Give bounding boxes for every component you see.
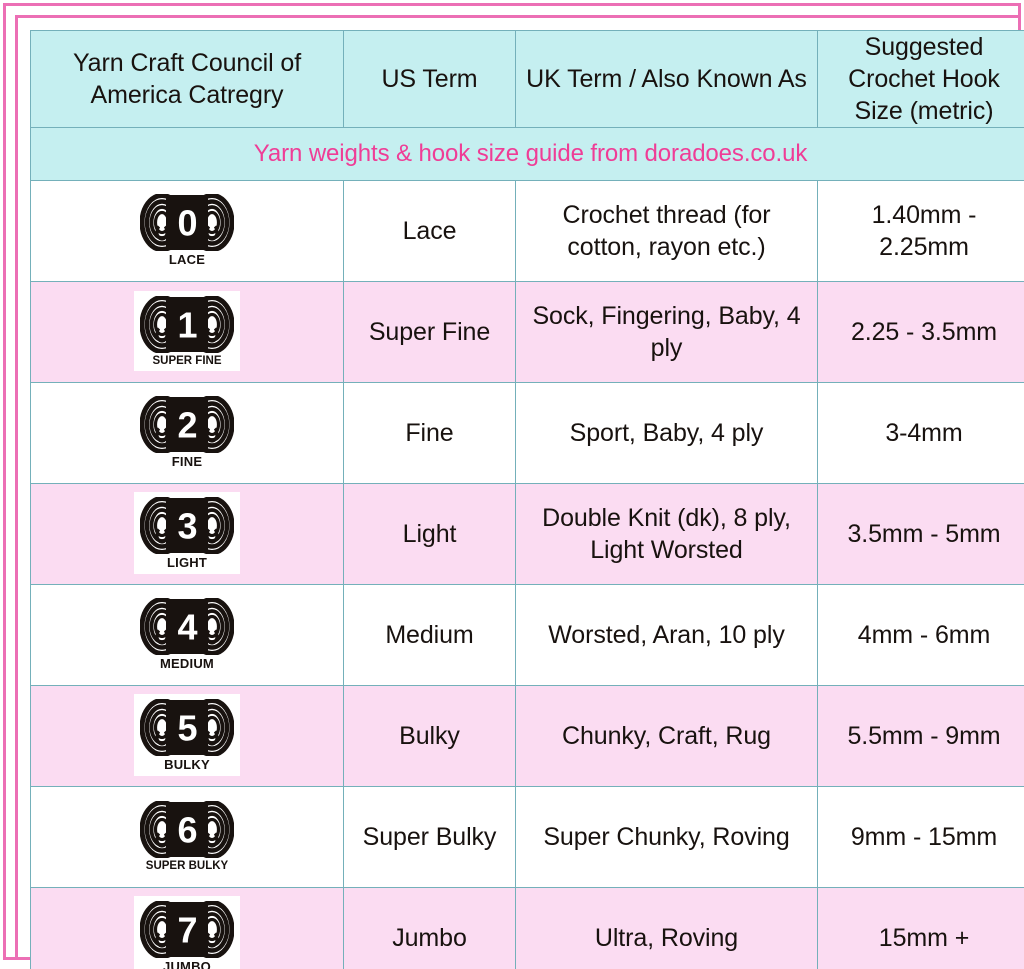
table-row: 5 BULKY BulkyChunky, Craft, Rug5.5mm - 9m… xyxy=(31,686,1024,787)
us-term-cell: Fine xyxy=(344,383,516,484)
us-term-cell: Bulky xyxy=(344,686,516,787)
table-row: 3 LIGHT LightDouble Knit (dk), 8 ply, Lig… xyxy=(31,484,1024,585)
yarn-weight-symbol-cell-7: 7 JUMBO xyxy=(31,888,344,969)
table-row: 4 MEDIUM MediumWorsted, Aran, 10 ply4mm -… xyxy=(31,585,1024,686)
yarn-weight-symbol-cell-4: 4 MEDIUM xyxy=(31,585,344,686)
yarn-weight-symbol-cell-0: 0 LACE xyxy=(31,181,344,282)
yarn-skein-icon-label: SUPER BULKY xyxy=(140,860,234,873)
uk-term-cell: Chunky, Craft, Rug xyxy=(516,686,818,787)
svg-text:7: 7 xyxy=(177,910,196,951)
yarn-weight-table-container: Yarn Craft Council of America CatregryUS… xyxy=(30,30,1024,969)
hook-size-cell: 15mm + xyxy=(818,888,1024,969)
yarn-skein-icon: 4 MEDIUM xyxy=(134,593,240,674)
yarn-weight-symbol-cell-5: 5 BULKY xyxy=(31,686,344,787)
us-term-cell: Super Bulky xyxy=(344,787,516,888)
hook-size-cell: 3-4mm xyxy=(818,383,1024,484)
hook-size-cell: 5.5mm - 9mm xyxy=(818,686,1024,787)
yarn-weight-symbol-cell-6: 6 SUPER BULKY xyxy=(31,787,344,888)
table-header-row: Yarn Craft Council of America CatregryUS… xyxy=(31,31,1024,128)
yarn-skein-icon-label: SUPER FINE xyxy=(140,355,234,368)
table-row: 1 SUPER FINE Super FineSock, Fingering, B… xyxy=(31,282,1024,383)
svg-text:6: 6 xyxy=(177,810,196,851)
inner-pink-frame: Yarn Craft Council of America CatregryUS… xyxy=(15,15,1021,960)
yarn-skein-icon: 2 FINE xyxy=(134,391,240,472)
yarn-skein-icon: 6 SUPER BULKY xyxy=(134,796,240,876)
yarn-weight-symbol-cell-3: 3 LIGHT xyxy=(31,484,344,585)
us-term-cell: Lace xyxy=(344,181,516,282)
us-term-cell: Jumbo xyxy=(344,888,516,969)
uk-term-cell: Crochet thread (for cotton, rayon etc.) xyxy=(516,181,818,282)
uk-term-cell: Super Chunky, Roving xyxy=(516,787,818,888)
yarn-skein-icon: 1 SUPER FINE xyxy=(134,291,240,371)
yarn-skein-icon-label: LIGHT xyxy=(140,556,234,570)
svg-text:3: 3 xyxy=(177,506,196,547)
yarn-skein-icon-label: MEDIUM xyxy=(140,657,234,671)
hook-size-cell: 1.40mm - 2.25mm xyxy=(818,181,1024,282)
hook-size-cell: 2.25 - 3.5mm xyxy=(818,282,1024,383)
column-header-0: Yarn Craft Council of America Catregry xyxy=(31,31,344,128)
yarn-skein-icon: 5 BULKY xyxy=(134,694,240,775)
yarn-skein-icon: 3 LIGHT xyxy=(134,492,240,573)
yarn-weight-symbol-cell-1: 1 SUPER FINE xyxy=(31,282,344,383)
yarn-skein-icon: 7 JUMBO xyxy=(134,896,240,969)
table-row: 0 LACE LaceCrochet thread (for cotton, ra… xyxy=(31,181,1024,282)
uk-term-cell: Sock, Fingering, Baby, 4 ply xyxy=(516,282,818,383)
yarn-skein-icon: 0 LACE xyxy=(134,189,240,270)
yarn-skein-icon-label: FINE xyxy=(140,455,234,469)
yarn-skein-icon-label: BULKY xyxy=(140,758,234,772)
table-row: 7 JUMBO JumboUltra, Roving15mm + xyxy=(31,888,1024,969)
hook-size-cell: 9mm - 15mm xyxy=(818,787,1024,888)
uk-term-cell: Ultra, Roving xyxy=(516,888,818,969)
svg-text:4: 4 xyxy=(177,607,197,648)
svg-text:0: 0 xyxy=(177,203,196,244)
column-header-1: US Term xyxy=(344,31,516,128)
hook-size-cell: 3.5mm - 5mm xyxy=(818,484,1024,585)
subtitle-text: Yarn weights & hook size guide from dora… xyxy=(31,128,1024,181)
uk-term-cell: Worsted, Aran, 10 ply xyxy=(516,585,818,686)
svg-text:2: 2 xyxy=(177,405,196,446)
uk-term-cell: Double Knit (dk), 8 ply, Light Worsted xyxy=(516,484,818,585)
table-row: 6 SUPER BULKY Super BulkySuper Chunky, Ro… xyxy=(31,787,1024,888)
uk-term-cell: Sport, Baby, 4 ply xyxy=(516,383,818,484)
us-term-cell: Super Fine xyxy=(344,282,516,383)
column-header-2: UK Term / Also Known As xyxy=(516,31,818,128)
us-term-cell: Medium xyxy=(344,585,516,686)
yarn-weight-symbol-cell-2: 2 FINE xyxy=(31,383,344,484)
yarn-skein-icon-label: JUMBO xyxy=(140,960,234,969)
yarn-weight-table: Yarn Craft Council of America CatregryUS… xyxy=(30,30,1024,969)
column-header-3: Suggested Crochet Hook Size (metric) xyxy=(818,31,1024,128)
svg-text:1: 1 xyxy=(177,305,197,346)
svg-text:5: 5 xyxy=(177,708,197,749)
outer-pink-frame: Yarn Craft Council of America CatregryUS… xyxy=(3,3,1021,960)
subtitle-row: Yarn weights & hook size guide from dora… xyxy=(31,128,1024,181)
us-term-cell: Light xyxy=(344,484,516,585)
hook-size-cell: 4mm - 6mm xyxy=(818,585,1024,686)
yarn-skein-icon-label: LACE xyxy=(140,253,234,267)
table-row: 2 FINE FineSport, Baby, 4 ply3-4mm xyxy=(31,383,1024,484)
